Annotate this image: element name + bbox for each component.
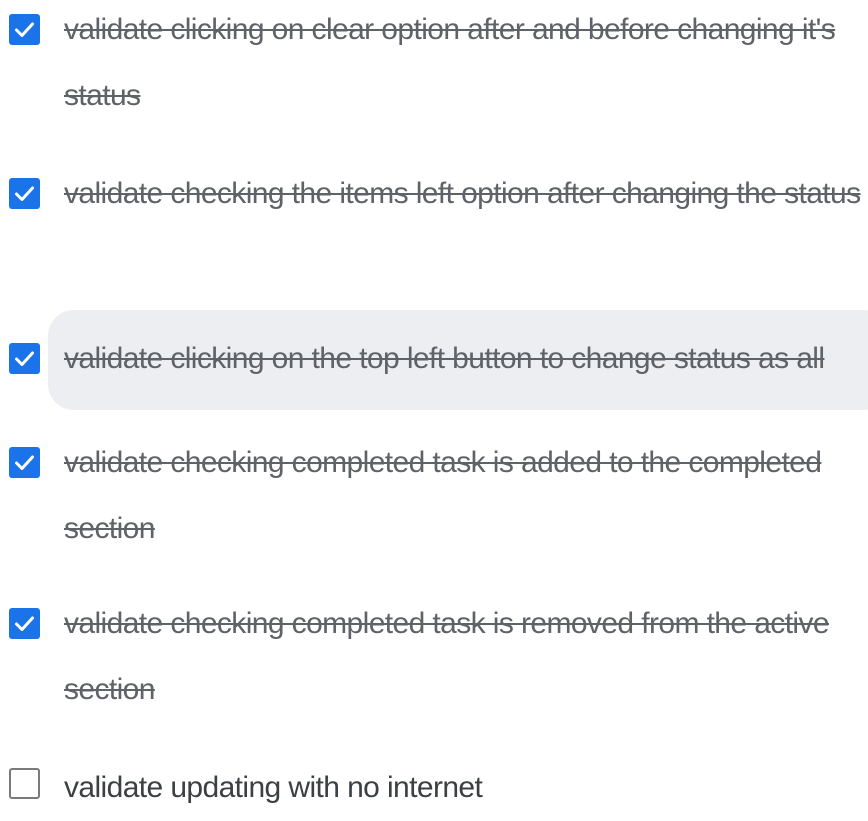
- task-list: validate clicking on clear option after …: [0, 0, 868, 809]
- task-checkbox[interactable]: [9, 178, 40, 209]
- task-label: validate clicking on the top left button…: [64, 342, 825, 375]
- task-checkbox[interactable]: [9, 447, 40, 478]
- task-checkbox[interactable]: [9, 768, 40, 799]
- task-label: validate checking the items left option …: [64, 177, 861, 210]
- task-checkbox[interactable]: [9, 343, 40, 374]
- checkmark-icon: [15, 455, 34, 470]
- checkmark-icon: [15, 186, 34, 201]
- checkmark-icon: [15, 351, 34, 366]
- task-checkbox[interactable]: [9, 608, 40, 639]
- task-checkbox[interactable]: [9, 14, 40, 45]
- checkmark-icon: [15, 22, 34, 37]
- task-label: validate checking completed task is adde…: [64, 446, 822, 545]
- task-label: validate updating with no internet: [64, 771, 483, 804]
- checkmark-icon: [15, 616, 34, 631]
- task-label: validate clicking on clear option after …: [64, 13, 836, 112]
- task-label: validate checking completed task is remo…: [64, 607, 830, 706]
